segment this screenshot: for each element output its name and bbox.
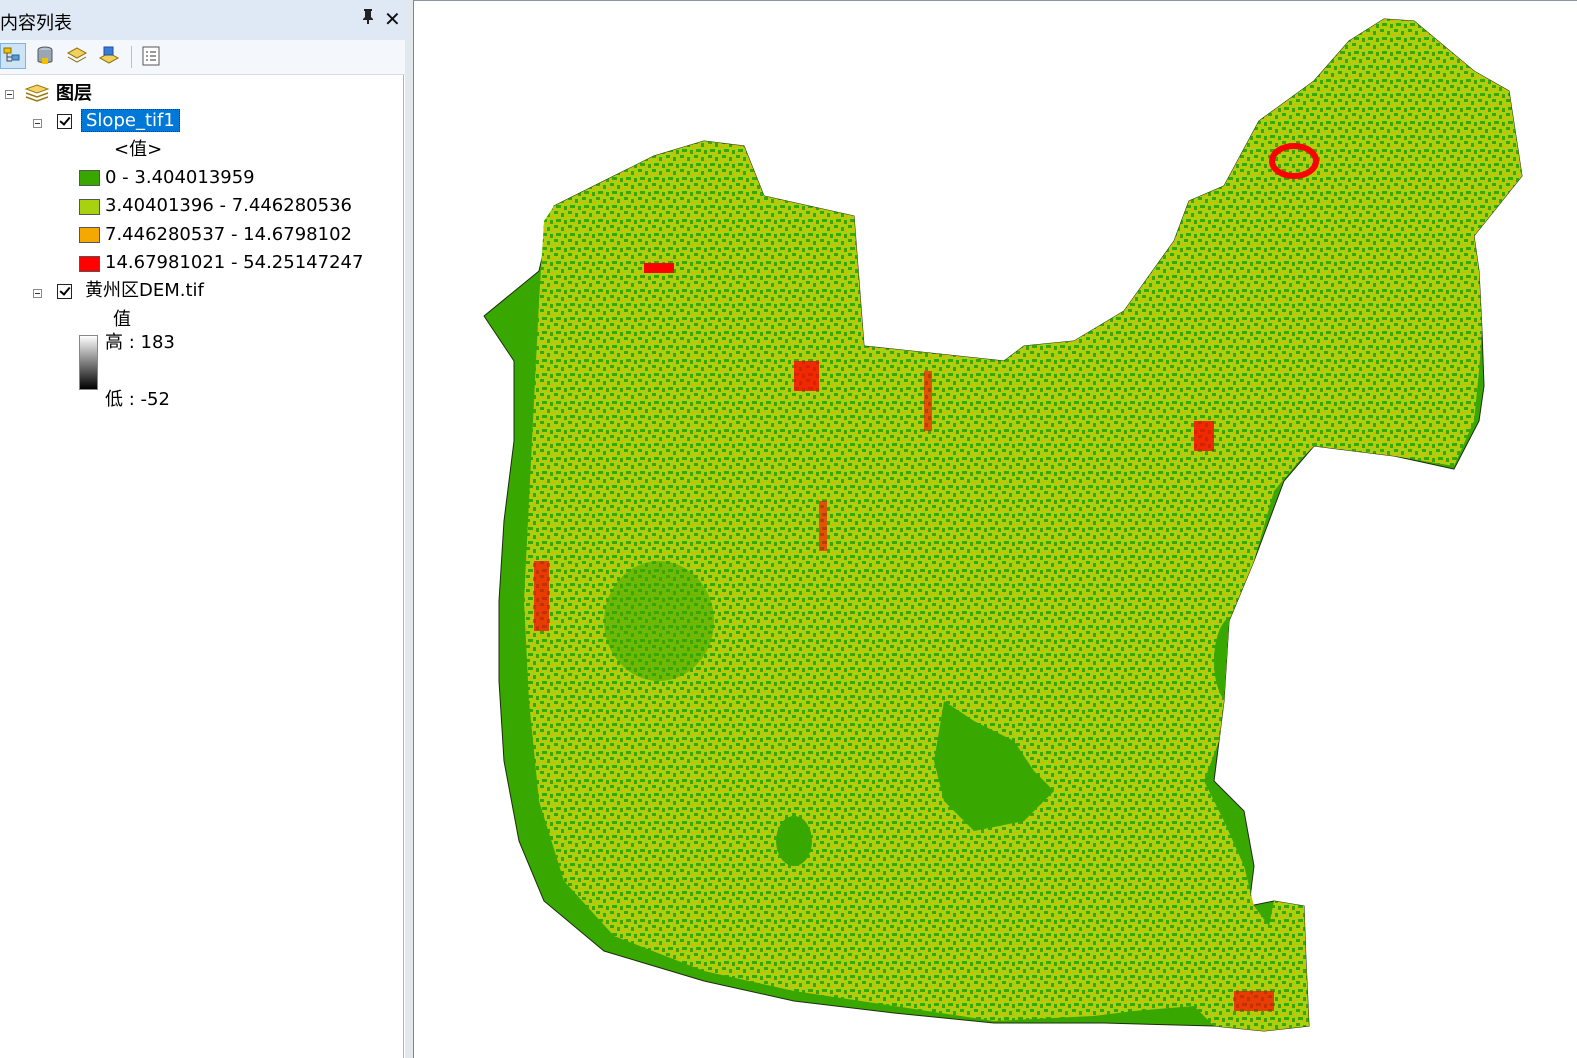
slope-layer-name[interactable]: Slope_tif1	[81, 109, 180, 133]
slope-raster-map	[483, 18, 1523, 1032]
toc-titlebar: 内容列表 ✕	[0, 0, 405, 40]
dem-low-label: 低 : -52	[105, 389, 170, 410]
layers-root-label[interactable]: 图层	[56, 82, 92, 106]
class-2-swatch[interactable]	[79, 227, 100, 243]
toc-toolbar	[0, 40, 405, 75]
table-of-contents-panel: 内容列表 ✕ 图层 Slope_tif1 <值> 0 - 3.404013959…	[0, 0, 405, 1058]
collapse-dem-toggle[interactable]	[33, 289, 42, 298]
collapse-layers-toggle[interactable]	[5, 90, 14, 99]
list-by-selection-icon[interactable]	[96, 43, 122, 69]
class-3-label: 14.67981021 - 54.25147247	[105, 252, 364, 273]
class-2-label: 7.446280537 - 14.6798102	[105, 224, 352, 245]
map-view[interactable]	[413, 0, 1577, 1058]
panel-splitter[interactable]	[405, 0, 413, 1058]
dem-layer-checkbox[interactable]	[57, 284, 72, 299]
close-icon[interactable]: ✕	[384, 7, 401, 31]
dem-field-label: 值	[113, 309, 131, 330]
toolbar-separator	[131, 46, 132, 68]
class-1-label: 3.40401396 - 7.446280536	[105, 195, 352, 216]
slope-layer-name-text: Slope_tif1	[81, 109, 180, 132]
toc-title: 内容列表	[0, 13, 72, 34]
slope-layer-checkbox[interactable]	[57, 114, 72, 129]
dem-layer-name[interactable]: 黄州区DEM.tif	[85, 279, 204, 303]
layers-group-icon	[24, 83, 50, 107]
list-by-drawing-order-icon[interactable]	[0, 43, 26, 69]
slope-field-label: <值>	[114, 139, 163, 160]
options-icon[interactable]	[138, 43, 164, 69]
list-by-visibility-icon[interactable]	[64, 43, 90, 69]
class-0-label: 0 - 3.404013959	[105, 167, 255, 188]
list-by-source-icon[interactable]	[32, 43, 58, 69]
layer-tree: 图层 Slope_tif1 <值> 0 - 3.404013959 3.4040…	[0, 75, 404, 1058]
dem-ramp-swatch[interactable]	[79, 335, 98, 390]
class-0-swatch[interactable]	[79, 170, 100, 186]
pin-icon[interactable]	[361, 8, 375, 29]
collapse-slope-toggle[interactable]	[33, 119, 42, 128]
class-1-swatch[interactable]	[79, 199, 100, 215]
dem-high-label: 高 : 183	[105, 332, 175, 353]
class-3-swatch[interactable]	[79, 256, 100, 272]
